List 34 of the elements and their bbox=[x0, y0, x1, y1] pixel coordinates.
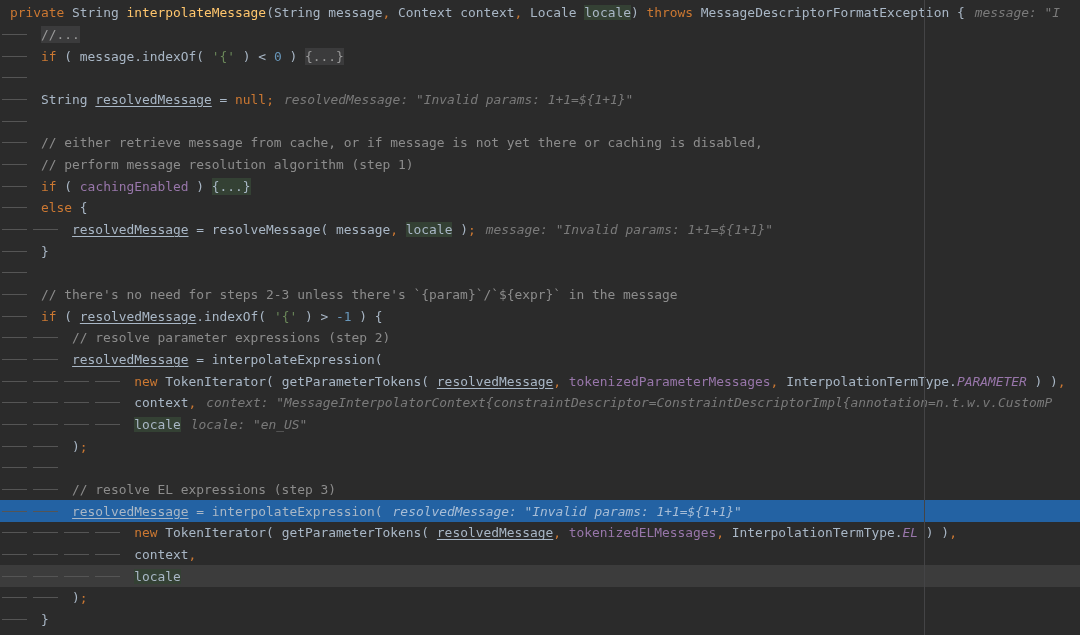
code-text: new TokenIterator( getParameterTokens( resolvedMessage, tokenizedParameterMessages, InterpolationTermType.PARAMETER ) ), bbox=[134, 373, 1066, 389]
code-text: private String interpolateMessage(String message, Context context, Locale locale) throws MessageDescriptorFormatException { bbox=[10, 5, 965, 21]
inline-value-hint: resolvedMessage: "Invalid params: 1+1=${1+1}" bbox=[392, 503, 742, 519]
code-text: // resolve parameter expressions (step 2) bbox=[72, 330, 391, 346]
code-text: ); bbox=[72, 590, 88, 606]
code-text: if ( resolvedMessage.indexOf( '{' ) > -1 ) { bbox=[41, 308, 383, 324]
inline-value-hint: message: "Invalid params: 1+1=${1+1}" bbox=[485, 222, 773, 238]
code-text: locale bbox=[134, 417, 181, 433]
inline-value-hint: message: "I bbox=[974, 5, 1061, 21]
code-text: context, bbox=[134, 395, 197, 411]
code-text: // perform message resolution algorithm (step 1) bbox=[41, 157, 414, 173]
inline-value-hint: context: "MessageInterpolatorContext{constraintDescriptor=ConstraintDescriptorImpl{annotation=n.t.w.v.CustomP bbox=[206, 395, 1053, 411]
code-text: if ( message.indexOf( '{' ) < 0 ) bbox=[41, 48, 299, 64]
code-text: locale bbox=[134, 568, 181, 584]
code-text: } bbox=[41, 612, 49, 628]
code-text: resolvedMessage = interpolateExpression( bbox=[72, 503, 383, 519]
code-text: // resolve EL expressions (step 3) bbox=[72, 482, 336, 498]
code-text: } bbox=[41, 243, 49, 259]
code-text: else { bbox=[41, 200, 88, 216]
folded-code[interactable]: {...} bbox=[211, 177, 251, 195]
code-text: // either retrieve message from cache, or if message is not yet there or caching is disabled, bbox=[41, 135, 763, 151]
code-text: context, bbox=[134, 547, 197, 563]
inline-value-hint: resolvedMessage: "Invalid params: 1+1=${1+1}" bbox=[283, 92, 634, 107]
code-text: resolvedMessage = interpolateExpression( bbox=[72, 352, 383, 368]
code-text: // there's no need for steps 2-3 unless there's `{param}`/`${expr}` in the message bbox=[41, 287, 678, 303]
folded-code[interactable]: {...} bbox=[304, 47, 344, 65]
code-text: resolvedMessage = resolveMessage( message, locale ); bbox=[72, 222, 476, 238]
code-text: if ( cachingEnabled ) bbox=[41, 178, 206, 194]
inline-value-hint: locale: "en_US" bbox=[190, 417, 308, 433]
code-text: String resolvedMessage = null; bbox=[41, 92, 274, 107]
folded-code[interactable]: //... bbox=[41, 26, 80, 43]
code-text: new TokenIterator( getParameterTokens( resolvedMessage, tokenizedELMessages, InterpolationTermType.EL ) ), bbox=[134, 525, 957, 541]
code-text: ); bbox=[72, 438, 88, 454]
code-editor[interactable] bbox=[0, 0, 1080, 635]
